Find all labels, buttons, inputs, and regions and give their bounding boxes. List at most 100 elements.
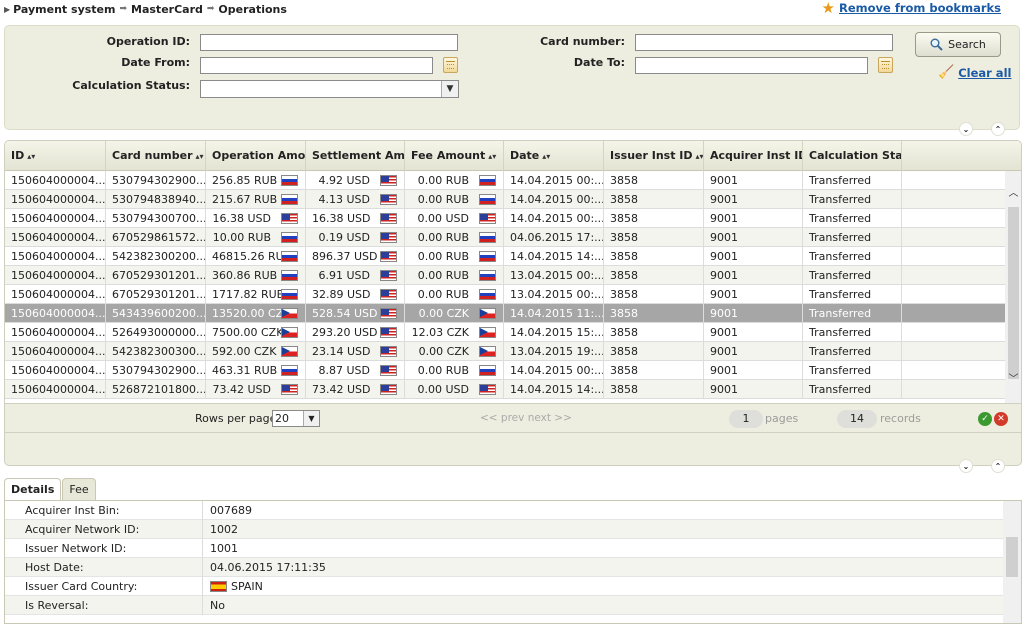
operation-id-input[interactable] bbox=[200, 34, 458, 51]
table-row[interactable]: 150604000004... 530794302900... 256.85 RUB… bbox=[5, 171, 1005, 190]
date-from-input[interactable] bbox=[200, 57, 433, 74]
tab-fee[interactable]: Fee bbox=[62, 478, 96, 500]
cell-id: 150604000004... bbox=[5, 190, 106, 209]
table-row[interactable]: 150604000004... 530794838940... 215.67 RUB… bbox=[5, 190, 1005, 209]
cell-card-number-text: 670529301201... bbox=[112, 288, 206, 301]
cell-id: 150604000004... bbox=[5, 209, 106, 228]
search-button[interactable]: Search bbox=[915, 32, 1001, 57]
cell-acquirer-inst-id-text: 9001 bbox=[710, 250, 738, 263]
date-to-input[interactable] bbox=[635, 57, 868, 74]
column-header-fee-amount[interactable]: Fee Amount ▴▾ bbox=[405, 141, 504, 171]
breadcrumb-item-mastercard[interactable]: MasterCard bbox=[131, 3, 203, 16]
cell-card-number-text: 530794300700... bbox=[112, 212, 206, 225]
czech-flag-icon bbox=[281, 327, 298, 338]
table-row[interactable]: 150604000004... 542382300300... 592.00 CZK… bbox=[5, 342, 1005, 361]
table-row[interactable]: 150604000004... 670529861572... 10.00 RUB 0… bbox=[5, 228, 1005, 247]
collapse-down-icon[interactable]: ⌄ bbox=[959, 122, 973, 136]
date-from-calendar-icon[interactable] bbox=[443, 57, 458, 73]
table-row[interactable]: 150604000004... 526872101800... 73.42 USD 7… bbox=[5, 380, 1005, 399]
cell-fee-amount: 0.00 CZK bbox=[405, 342, 504, 361]
close-icon[interactable]: ✕ bbox=[994, 412, 1008, 426]
cell-operation-amount: 256.85 RUB bbox=[206, 171, 306, 190]
rows-per-page-select[interactable]: 20 ▼ bbox=[272, 410, 320, 427]
collapse-up-icon[interactable]: ⌃ bbox=[991, 459, 1005, 473]
cell-issuer-inst-id: 3858 bbox=[604, 171, 704, 190]
cell-issuer-inst-id: 3858 bbox=[604, 342, 704, 361]
cell-fee-amount-text: 0.00 RUB bbox=[417, 288, 469, 301]
cell-id: 150604000004... bbox=[5, 304, 106, 323]
detail-value-text: 1001 bbox=[210, 542, 238, 555]
column-header-settlement-amount[interactable]: Settlement Amo bbox=[306, 141, 405, 171]
column-header-issuer-inst-id[interactable]: Issuer Inst ID ▴▾ bbox=[604, 141, 704, 171]
filter-toggles: ⌄ ⌃ bbox=[959, 122, 1005, 136]
chevron-down-icon[interactable]: ▼ bbox=[303, 411, 319, 426]
cell-operation-amount-text: 13520.00 CZK bbox=[212, 307, 291, 320]
breadcrumb-item-payment-system[interactable]: Payment system bbox=[13, 3, 115, 16]
pager-nav[interactable]: << prev next >> bbox=[480, 412, 572, 424]
scroll-up-icon[interactable]: ︿ bbox=[1005, 187, 1021, 201]
breadcrumb-separator-icon: ➡ bbox=[206, 4, 215, 14]
detail-label: Acquirer Inst Bin: bbox=[5, 501, 203, 520]
scroll-down-icon[interactable]: ﹀ bbox=[1005, 373, 1021, 387]
date-to-calendar-icon[interactable] bbox=[878, 57, 893, 73]
russia-flag-icon bbox=[281, 232, 298, 243]
sort-icon[interactable]: ▴▾ bbox=[696, 152, 703, 161]
cell-id: 150604000004... bbox=[5, 228, 106, 247]
column-header-date[interactable]: Date ▴▾ bbox=[504, 141, 604, 171]
column-header-card-number[interactable]: Card number ▴▾ bbox=[106, 141, 206, 171]
cell-id-text: 150604000004... bbox=[11, 326, 106, 339]
collapse-up-icon[interactable]: ⌃ bbox=[991, 122, 1005, 136]
cell-operation-amount: 16.38 USD bbox=[206, 209, 306, 228]
table-row[interactable]: 150604000004... 526493000000... 7500.00 CZ… bbox=[5, 323, 1005, 342]
details-scrollbar[interactable] bbox=[1003, 501, 1021, 623]
column-header-operation-amount[interactable]: Operation Amou bbox=[206, 141, 306, 171]
cell-card-number-text: 530794838940... bbox=[112, 193, 206, 206]
table-row[interactable]: 150604000004... 670529301201... 360.86 RUB… bbox=[5, 266, 1005, 285]
usa-flag-icon bbox=[380, 365, 397, 376]
table-row[interactable]: 150604000004... 543439600200... 13520.00 C… bbox=[5, 304, 1005, 323]
cell-issuer-inst-id: 3858 bbox=[604, 247, 704, 266]
russia-flag-icon bbox=[479, 232, 496, 243]
scrollbar-thumb[interactable] bbox=[1006, 537, 1018, 577]
cell-calculation-status: Transferred bbox=[803, 228, 902, 247]
cell-card-number: 530794300700... bbox=[106, 209, 206, 228]
czech-flag-icon bbox=[479, 327, 496, 338]
operations-grid: ID ▴▾ Card number ▴▾ Operation Amou Settle… bbox=[4, 140, 1022, 466]
cell-operation-amount: 46815.26 RUB bbox=[206, 247, 306, 266]
cell-date: 04.06.2015 17:... bbox=[504, 228, 604, 247]
cell-operation-amount-text: 73.42 USD bbox=[212, 383, 272, 396]
cell-issuer-inst-id: 3858 bbox=[604, 190, 704, 209]
cell-calculation-status: Transferred bbox=[803, 247, 902, 266]
column-header-calculation-status[interactable]: Calculation Statu bbox=[803, 141, 902, 171]
sort-icon[interactable]: ▴▾ bbox=[27, 152, 35, 161]
grid-scrollbar[interactable]: ︿ ﹀ bbox=[1005, 171, 1021, 403]
table-row[interactable]: 150604000004... 542382300200... 46815.26 R… bbox=[5, 247, 1005, 266]
cell-card-number-text: 530794302900... bbox=[112, 174, 206, 187]
sort-icon[interactable]: ▴▾ bbox=[488, 152, 496, 161]
cell-settlement-amount-text: 0.19 USD bbox=[318, 231, 371, 244]
cell-issuer-inst-id-text: 3858 bbox=[610, 269, 638, 282]
collapse-down-icon[interactable]: ⌄ bbox=[959, 459, 973, 473]
detail-row: Issuer Network ID: 1001 bbox=[5, 539, 1003, 558]
column-header-id[interactable]: ID ▴▾ bbox=[5, 141, 106, 171]
column-header-acquirer-inst-id[interactable]: Acquirer Inst ID bbox=[704, 141, 803, 171]
chevron-down-icon[interactable]: ▼ bbox=[441, 81, 458, 97]
cell-operation-amount: 463.31 RUB bbox=[206, 361, 306, 380]
sort-icon[interactable]: ▴▾ bbox=[542, 152, 550, 161]
cell-card-number-text: 542382300300... bbox=[112, 345, 206, 358]
cell-id-text: 150604000004... bbox=[11, 212, 106, 225]
remove-bookmark-link[interactable]: Remove from bookmarks bbox=[839, 1, 1001, 15]
table-row[interactable]: 150604000004... 670529301201... 1717.82 RU… bbox=[5, 285, 1005, 304]
tab-details[interactable]: Details bbox=[4, 478, 62, 501]
clear-all-link[interactable]: Clear all bbox=[958, 66, 1011, 80]
cell-id-text: 150604000004... bbox=[11, 383, 106, 396]
cell-date: 13.04.2015 00:... bbox=[504, 285, 604, 304]
scrollbar-thumb[interactable] bbox=[1008, 207, 1019, 379]
table-row[interactable]: 150604000004... 530794302900... 463.31 RUB… bbox=[5, 361, 1005, 380]
sort-icon[interactable]: ▴▾ bbox=[196, 152, 204, 161]
confirm-icon[interactable]: ✓ bbox=[978, 412, 992, 426]
calc-status-select[interactable]: ▼ bbox=[200, 80, 459, 98]
card-number-input[interactable] bbox=[635, 34, 893, 51]
bookmark-star-icon[interactable]: ★ bbox=[822, 1, 835, 16]
table-row[interactable]: 150604000004... 530794300700... 16.38 USD 1… bbox=[5, 209, 1005, 228]
